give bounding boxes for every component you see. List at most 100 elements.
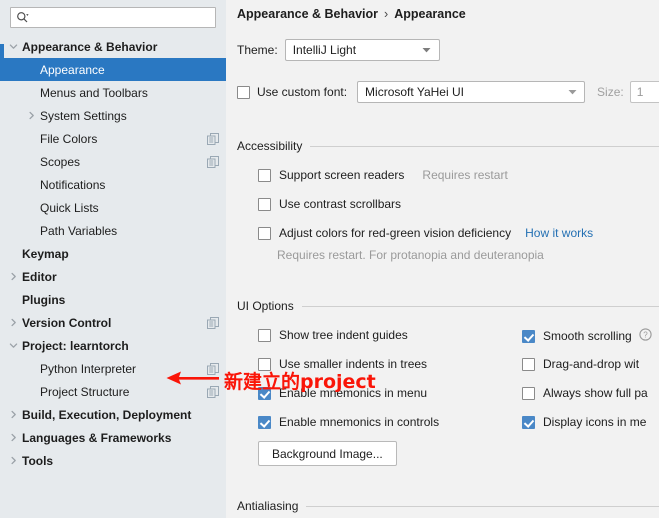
use-custom-font-checkbox[interactable]	[237, 85, 250, 99]
copy-settings-icon[interactable]	[206, 316, 220, 330]
font-size-label: Size:	[597, 85, 624, 99]
enable-mnemonics-controls-checkbox[interactable]	[258, 415, 271, 429]
sidebar-item-label: Scopes	[40, 154, 81, 169]
sidebar-item-notifications[interactable]: Notifications	[0, 173, 226, 196]
antialiasing-section-title: Antialiasing	[237, 499, 299, 513]
use-smaller-indents-checkbox[interactable]	[258, 357, 271, 371]
show-tree-indent-guides-checkbox[interactable]	[258, 328, 271, 342]
accessibility-section-title: Accessibility	[237, 139, 303, 153]
sidebar-item-path-variables[interactable]: Path Variables	[0, 219, 226, 242]
display-icons-in-menus-row: Display icons in me	[522, 415, 646, 429]
sidebar-item-label: Tools	[22, 453, 54, 468]
drag-and-drop-label: Drag-and-drop wit	[543, 357, 640, 371]
search-box[interactable]	[10, 7, 216, 28]
chevron-right-icon[interactable]	[22, 111, 40, 120]
support-screen-readers-note: Requires restart	[422, 168, 508, 182]
chevron-down-icon	[564, 89, 580, 95]
chevron-right-icon[interactable]	[4, 410, 22, 419]
sidebar-item-label: Appearance & Behavior	[22, 39, 158, 54]
sidebar-item-label: Python Interpreter	[40, 361, 137, 376]
support-screen-readers-row: Support screen readers Requires restart	[258, 168, 508, 182]
adjust-colors-checkbox[interactable]	[258, 226, 271, 240]
antialiasing-section-header: Antialiasing	[237, 499, 659, 513]
copy-settings-icon[interactable]	[206, 132, 220, 146]
help-icon[interactable]: ?	[639, 328, 652, 344]
svg-text:?: ?	[643, 331, 648, 340]
breadcrumb-parent: Appearance & Behavior	[237, 7, 379, 21]
chevron-down-icon[interactable]	[4, 42, 22, 51]
background-image-button[interactable]: Background Image...	[258, 441, 397, 466]
sidebar-item-languages-frameworks[interactable]: Languages & Frameworks	[0, 426, 226, 449]
sidebar-item-file-colors[interactable]: File Colors	[0, 127, 226, 150]
settings-sidebar: Appearance & Behavior Appearance Menus and…	[0, 0, 226, 518]
chevron-down-icon[interactable]	[4, 341, 22, 350]
chevron-right-icon[interactable]	[4, 272, 22, 281]
chevron-right-icon[interactable]	[4, 456, 22, 465]
chevron-right-icon[interactable]	[4, 433, 22, 442]
sidebar-item-appearance-behavior[interactable]: Appearance & Behavior	[0, 35, 226, 58]
sidebar-item-system-settings[interactable]: System Settings	[0, 104, 226, 127]
sidebar-item-quick-lists[interactable]: Quick Lists	[0, 196, 226, 219]
search-input[interactable]	[29, 9, 210, 26]
sidebar-item-label: Build, Execution, Deployment	[22, 407, 192, 422]
sidebar-item-label: Project Structure	[40, 384, 130, 399]
enable-mnemonics-menu-row: Enable mnemonics in menu	[258, 386, 427, 400]
section-divider	[301, 305, 659, 307]
enable-mnemonics-menu-checkbox[interactable]	[258, 386, 271, 400]
sidebar-item-project-learntorch[interactable]: Project: learntorch	[0, 334, 226, 357]
section-divider	[310, 145, 659, 147]
sidebar-item-label: Project: learntorch	[22, 338, 129, 353]
ui-options-section-title: UI Options	[237, 299, 294, 313]
how-it-works-link[interactable]: How it works	[525, 226, 593, 240]
sidebar-item-appearance[interactable]: Appearance	[0, 58, 226, 81]
sidebar-item-python-interpreter[interactable]: Python Interpreter	[0, 357, 226, 380]
sidebar-item-menus-and-toolbars[interactable]: Menus and Toolbars	[0, 81, 226, 104]
always-show-full-path-row: Always show full pa	[522, 386, 648, 400]
display-icons-in-menus-checkbox[interactable]	[522, 415, 535, 429]
sidebar-item-label: Version Control	[22, 315, 112, 330]
sidebar-item-label: Path Variables	[40, 223, 118, 238]
sidebar-item-label: Plugins	[22, 292, 66, 307]
font-size-value: 1	[636, 85, 644, 99]
copy-settings-icon[interactable]	[206, 155, 220, 169]
use-smaller-indents-label: Use smaller indents in trees	[279, 357, 428, 371]
font-size-input[interactable]: 1	[629, 81, 659, 103]
sidebar-item-plugins[interactable]: Plugins	[0, 288, 226, 311]
copy-settings-icon[interactable]	[206, 362, 220, 376]
breadcrumb: Appearance & Behavior › Appearance	[237, 7, 466, 21]
sidebar-item-tools[interactable]: Tools	[0, 449, 226, 472]
settings-dialog: Appearance & Behavior Appearance Menus and…	[0, 0, 659, 518]
sidebar-item-editor[interactable]: Editor	[0, 265, 226, 288]
breadcrumb-current: Appearance	[394, 7, 466, 21]
smooth-scrolling-checkbox[interactable]	[522, 329, 535, 343]
smooth-scrolling-label: Smooth scrolling	[543, 329, 632, 343]
sidebar-item-label: Quick Lists	[40, 200, 99, 215]
chevron-right-icon[interactable]	[4, 318, 22, 327]
chevron-down-icon	[419, 47, 435, 53]
sidebar-item-keymap[interactable]: Keymap	[0, 242, 226, 265]
breadcrumb-separator: ›	[384, 7, 389, 21]
support-screen-readers-checkbox[interactable]	[258, 168, 271, 182]
copy-settings-icon[interactable]	[206, 385, 220, 399]
section-divider	[306, 505, 659, 507]
always-show-full-path-checkbox[interactable]	[522, 386, 535, 400]
custom-font-row: Use custom font: Microsoft YaHei UI Size…	[237, 81, 659, 103]
sidebar-item-build-execution-deployment[interactable]: Build, Execution, Deployment	[0, 403, 226, 426]
sidebar-item-scopes[interactable]: Scopes	[0, 150, 226, 173]
use-contrast-scrollbars-row: Use contrast scrollbars	[258, 197, 401, 211]
search-icon	[16, 11, 29, 24]
smooth-scrolling-row: Smooth scrolling ?	[522, 328, 652, 344]
theme-select[interactable]: IntelliJ Light	[284, 39, 440, 61]
sidebar-item-project-structure[interactable]: Project Structure	[0, 380, 226, 403]
use-contrast-scrollbars-checkbox[interactable]	[258, 197, 271, 211]
sidebar-item-label: Notifications	[40, 177, 106, 192]
sidebar-item-version-control[interactable]: Version Control	[0, 311, 226, 334]
custom-font-select[interactable]: Microsoft YaHei UI	[357, 81, 586, 103]
accessibility-section-header: Accessibility	[237, 139, 659, 153]
use-smaller-indents-row: Use smaller indents in trees	[258, 357, 427, 371]
theme-row: Theme: IntelliJ Light	[237, 39, 440, 61]
drag-and-drop-checkbox[interactable]	[522, 357, 535, 371]
use-custom-font-label: Use custom font:	[257, 85, 348, 99]
sidebar-item-label: File Colors	[40, 131, 98, 146]
enable-mnemonics-menu-label: Enable mnemonics in menu	[279, 386, 428, 400]
